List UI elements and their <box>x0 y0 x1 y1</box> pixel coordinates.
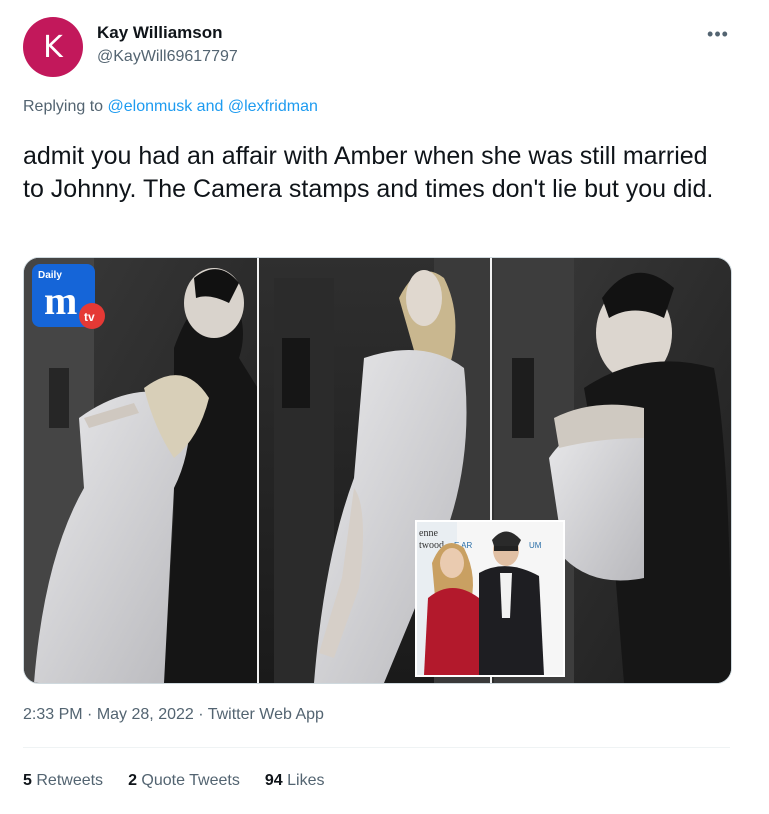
tweet-stats: 5 Retweets 2 Quote Tweets 94 Likes <box>23 772 324 790</box>
inset-text-4: UM <box>529 541 542 550</box>
tweet-media-image[interactable]: Daily m tv enne twood E AR UM <box>23 257 732 684</box>
likes-stat[interactable]: 94 Likes <box>265 772 325 790</box>
more-horizontal-icon[interactable]: ••• <box>704 20 732 48</box>
likes-count: 94 <box>264 772 283 789</box>
tweet-page: K Kay Williamson @KayWill69617797 ••• Re… <box>0 0 753 814</box>
likes-label: Likes <box>287 772 325 789</box>
replying-prefix: Replying to <box>23 98 104 115</box>
mention-connector[interactable]: and <box>197 98 224 115</box>
retweets-count: 5 <box>23 772 32 789</box>
quote-tweets-stat[interactable]: 2 Quote Tweets <box>128 772 240 790</box>
author-name[interactable]: Kay Williamson <box>97 23 223 43</box>
author-handle[interactable]: @KayWill69617797 <box>97 48 238 66</box>
avatar[interactable]: K <box>23 17 83 77</box>
inset-photo: enne twood E AR UM <box>415 520 565 677</box>
avatar-letter: K <box>43 29 63 65</box>
logo-tv-text: tv <box>84 310 95 324</box>
meta-separator: · <box>87 706 93 723</box>
tweet-source[interactable]: Twitter Web App <box>208 706 324 723</box>
tweet-time[interactable]: 2:33 PM <box>23 706 83 723</box>
tweet-text: admit you had an affair with Amber when … <box>23 142 714 203</box>
quote-tweets-label: Quote Tweets <box>141 772 240 789</box>
retweets-label: Retweets <box>36 772 104 789</box>
tweet-meta: 2:33 PM · May 28, 2022 · Twitter Web App <box>23 706 324 724</box>
inset-text-1: enne <box>419 528 438 539</box>
mention-elonmusk[interactable]: @elonmusk <box>108 98 193 115</box>
quote-tweets-count: 2 <box>128 772 137 789</box>
right-rail <box>752 0 769 814</box>
replying-to: Replying to @elonmusk and @lexfridman <box>23 98 318 116</box>
divider <box>23 747 730 748</box>
tweet-date[interactable]: May 28, 2022 <box>97 706 194 723</box>
meta-separator: · <box>198 706 204 723</box>
mention-lexfridman[interactable]: @lexfridman <box>228 98 318 115</box>
retweets-stat[interactable]: 5 Retweets <box>23 772 103 790</box>
dailymail-tv-logo: Daily m tv <box>32 264 105 329</box>
media-svg: Daily m tv enne twood E AR UM <box>24 258 731 683</box>
logo-m-text: m <box>44 278 77 323</box>
